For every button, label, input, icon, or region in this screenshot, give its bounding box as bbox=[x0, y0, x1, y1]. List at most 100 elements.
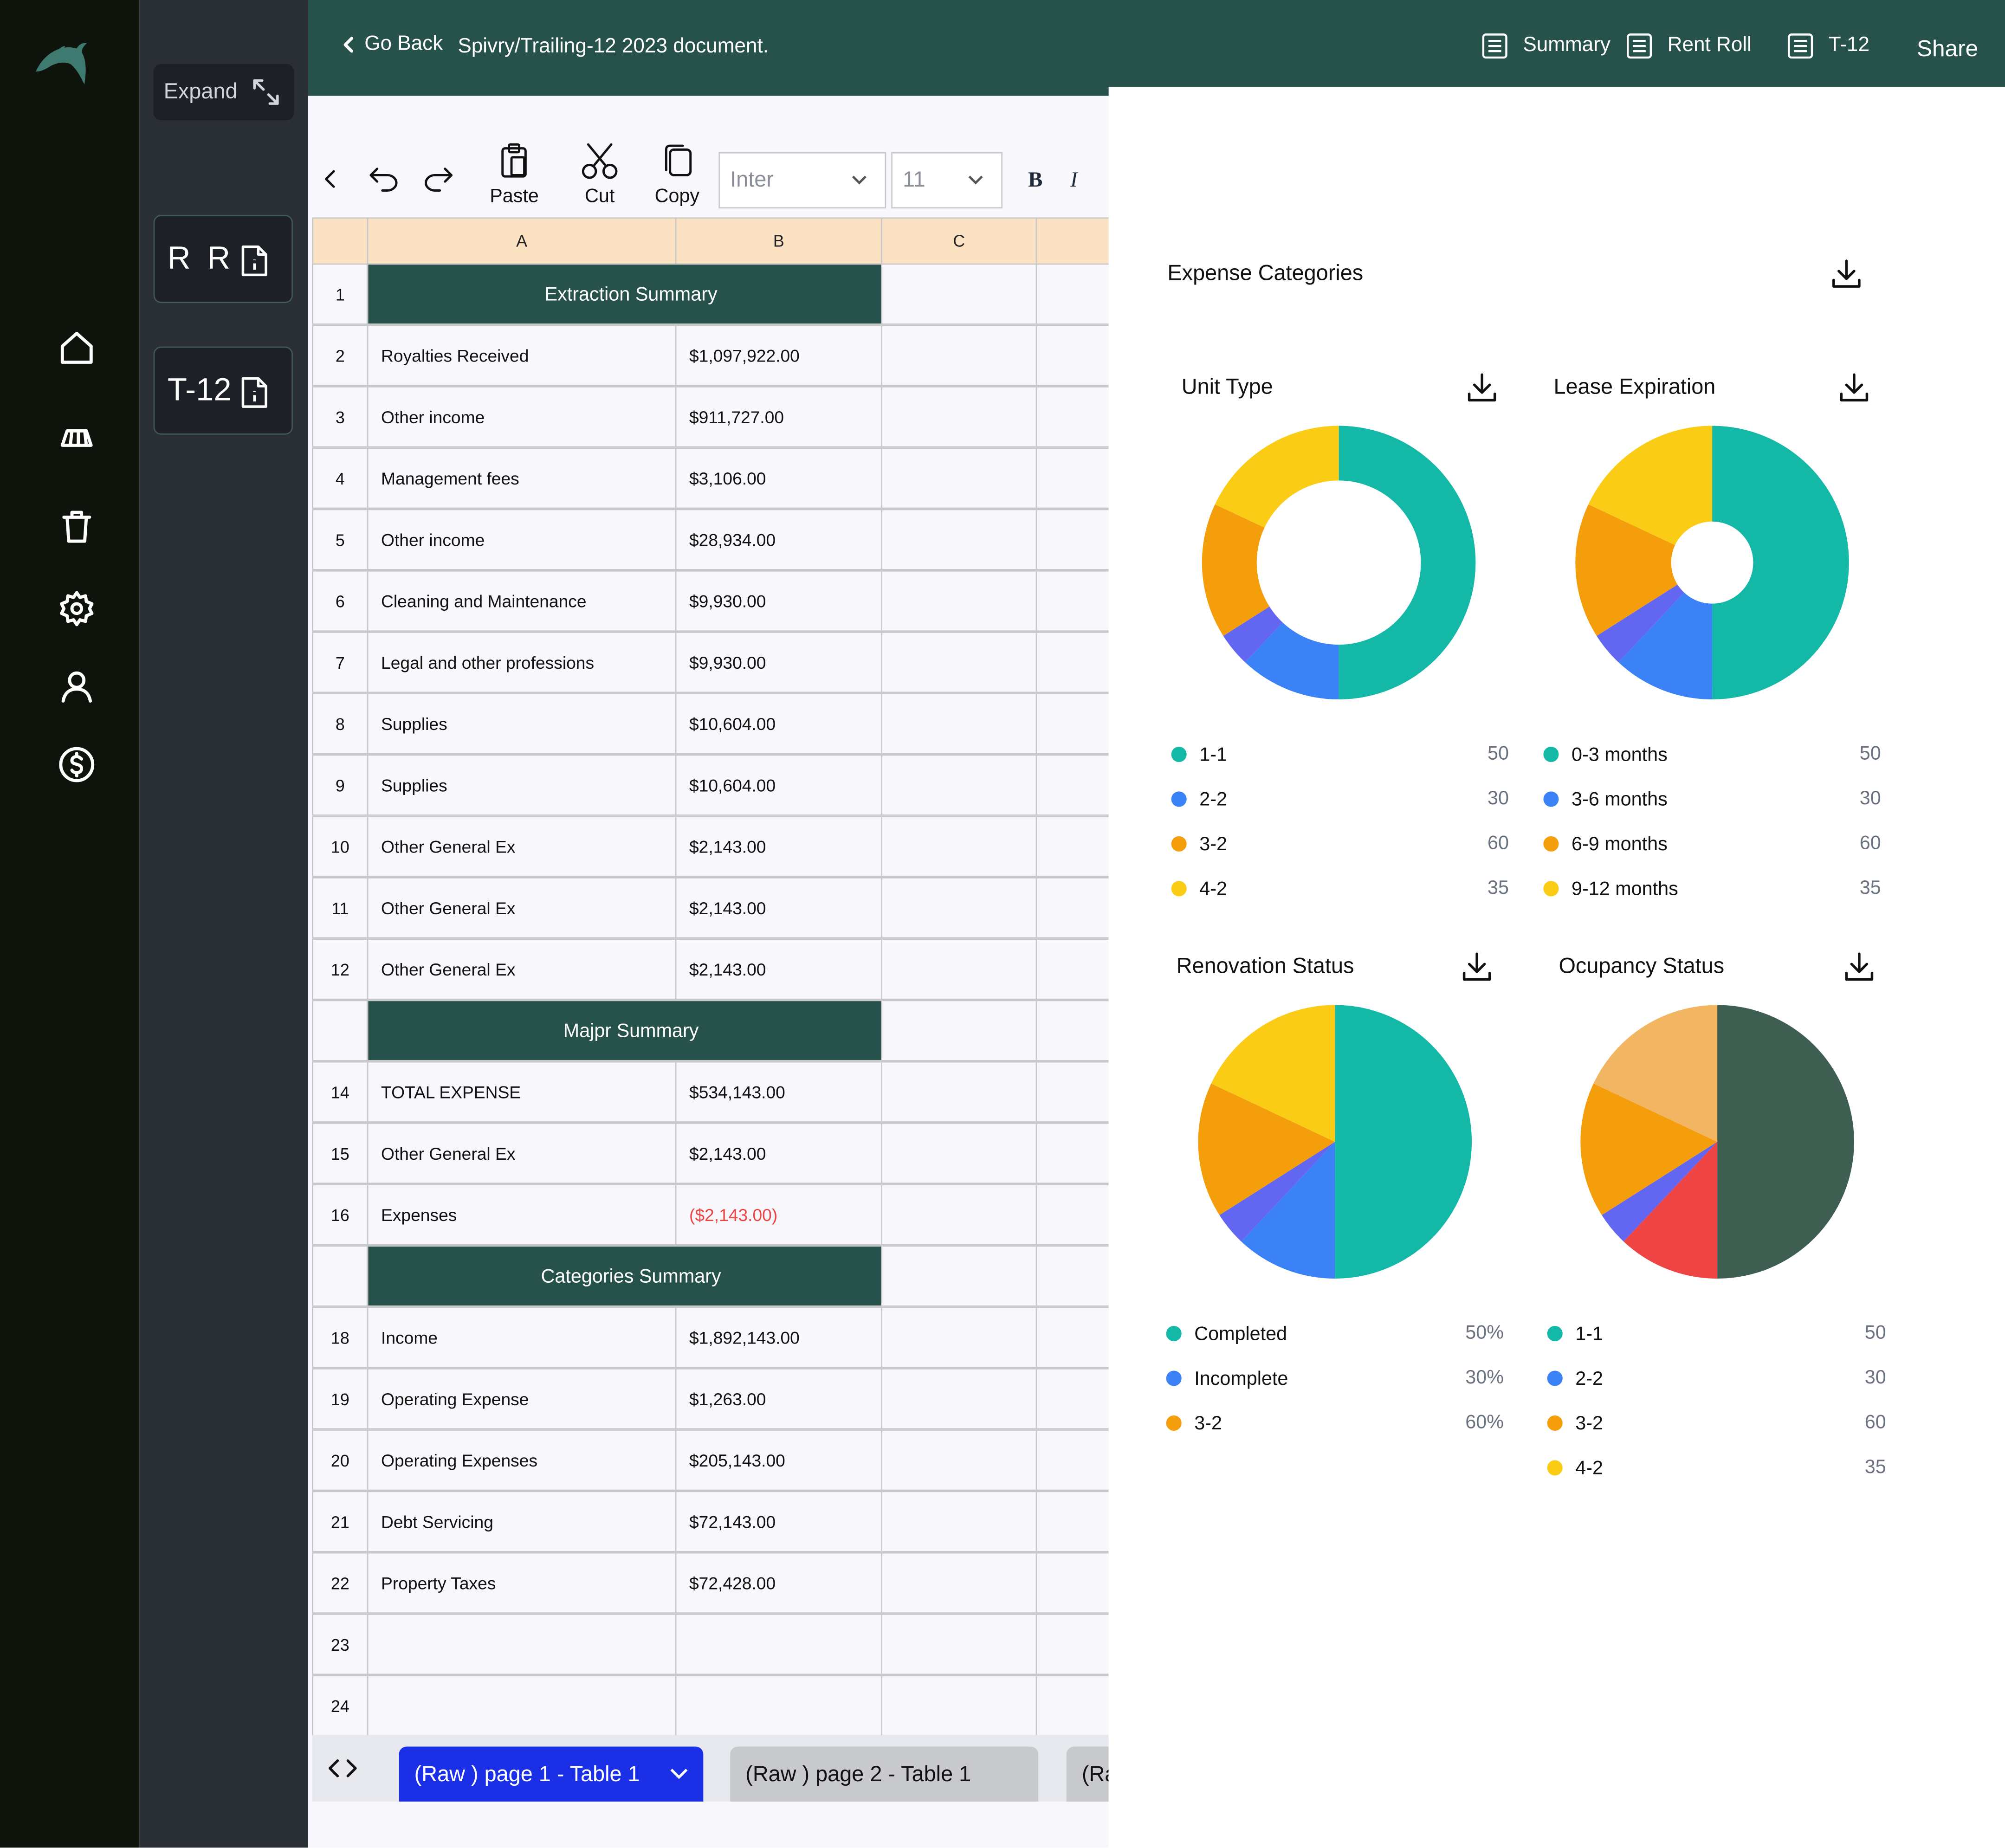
cell-label[interactable]: Supplies bbox=[367, 754, 677, 816]
cell-amount[interactable]: $2,143.00 bbox=[675, 877, 883, 939]
cell-label[interactable]: Operating Expenses bbox=[367, 1429, 677, 1491]
cell-empty[interactable] bbox=[881, 1368, 1037, 1430]
cell-empty[interactable] bbox=[881, 632, 1037, 693]
column-header-b[interactable]: B bbox=[675, 217, 883, 265]
cell-label[interactable]: Legal and other professions bbox=[367, 632, 677, 693]
legend-item[interactable]: 4-2 bbox=[1171, 876, 1227, 901]
sheet-tab-page-1[interactable]: (Raw ) page 1 - Table 1 bbox=[399, 1746, 704, 1802]
cell-label[interactable]: Other General Ex bbox=[367, 1122, 677, 1184]
row-number[interactable]: 8 bbox=[312, 693, 369, 755]
cell-empty[interactable] bbox=[881, 509, 1037, 570]
cell-label[interactable]: TOTAL EXPENSE bbox=[367, 1061, 677, 1123]
cell-label[interactable]: Debt Servicing bbox=[367, 1491, 677, 1552]
gear-icon[interactable] bbox=[51, 583, 102, 634]
cell-empty[interactable] bbox=[1035, 1184, 1109, 1246]
cell-empty[interactable] bbox=[881, 1552, 1037, 1614]
cell-empty[interactable] bbox=[1035, 1429, 1109, 1491]
row-number[interactable]: 19 bbox=[312, 1368, 369, 1430]
legend-item[interactable]: 9-12 months bbox=[1543, 876, 1678, 901]
font-family-select[interactable]: Inter bbox=[718, 152, 886, 209]
download-icon[interactable] bbox=[1837, 371, 1871, 404]
cell-empty[interactable] bbox=[1035, 1122, 1109, 1184]
font-size-select[interactable]: 11 bbox=[891, 152, 1002, 209]
row-number[interactable] bbox=[312, 1000, 369, 1061]
legend-item[interactable]: 6-9 months bbox=[1543, 831, 1668, 857]
trash-icon[interactable] bbox=[51, 501, 102, 552]
legend-item[interactable]: 2-2 bbox=[1547, 1365, 1603, 1391]
cell-amount[interactable]: $1,263.00 bbox=[675, 1368, 883, 1430]
cell-empty[interactable] bbox=[1035, 938, 1109, 1000]
cell-empty[interactable] bbox=[1035, 815, 1109, 877]
row-number[interactable]: 12 bbox=[312, 938, 369, 1000]
italic-button[interactable]: I bbox=[1070, 168, 1078, 193]
cell-empty[interactable] bbox=[881, 1122, 1037, 1184]
cell-amount[interactable]: $1,097,922.00 bbox=[675, 324, 883, 387]
row-number[interactable] bbox=[312, 1245, 369, 1307]
cell-empty[interactable] bbox=[881, 1184, 1037, 1246]
cell-empty[interactable] bbox=[1035, 324, 1109, 387]
row-number[interactable]: 18 bbox=[312, 1306, 369, 1368]
column-header-a[interactable]: A bbox=[367, 217, 677, 265]
download-icon[interactable] bbox=[1465, 371, 1499, 404]
cell-label[interactable]: Royalties Received bbox=[367, 324, 677, 387]
cell-amount[interactable]: $2,143.00 bbox=[675, 1122, 883, 1184]
row-number[interactable]: 3 bbox=[312, 386, 369, 448]
row-number[interactable]: 20 bbox=[312, 1429, 369, 1491]
legend-item[interactable]: 2-2 bbox=[1171, 786, 1227, 812]
cell-label[interactable]: Other General Ex bbox=[367, 938, 677, 1000]
cell-empty[interactable] bbox=[1035, 1000, 1109, 1061]
cell-empty[interactable] bbox=[1035, 1552, 1109, 1614]
download-icon[interactable] bbox=[1460, 950, 1494, 983]
cell-amount[interactable]: $10,604.00 bbox=[675, 693, 883, 755]
cell-empty[interactable] bbox=[1035, 509, 1109, 570]
legend-item[interactable]: 4-2 bbox=[1547, 1455, 1603, 1480]
cell-amount[interactable]: ($2,143.00) bbox=[675, 1184, 883, 1246]
expand-button[interactable]: Expand bbox=[153, 64, 294, 120]
paste-button[interactable]: Paste bbox=[490, 142, 539, 207]
legend-item[interactable]: 1-1 bbox=[1547, 1321, 1603, 1346]
cell-label[interactable]: Operating Expense bbox=[367, 1368, 677, 1430]
row-number[interactable]: 10 bbox=[312, 815, 369, 877]
cell-amount[interactable]: $1,892,143.00 bbox=[675, 1306, 883, 1368]
column-header-c[interactable]: C bbox=[881, 217, 1037, 265]
row-number[interactable]: 22 bbox=[312, 1552, 369, 1614]
row-number[interactable]: 9 bbox=[312, 754, 369, 816]
cell-empty[interactable] bbox=[881, 1675, 1037, 1737]
cell-empty[interactable] bbox=[1035, 1368, 1109, 1430]
legend-item[interactable]: 1-1 bbox=[1171, 742, 1227, 767]
cell-empty[interactable] bbox=[1035, 1061, 1109, 1123]
row-number[interactable]: 15 bbox=[312, 1122, 369, 1184]
cell-label[interactable]: Cleaning and Maintenance bbox=[367, 570, 677, 632]
row-number[interactable]: 23 bbox=[312, 1613, 369, 1675]
cell-amount[interactable]: $72,428.00 bbox=[675, 1552, 883, 1614]
cell-empty[interactable] bbox=[881, 1429, 1037, 1491]
cell-empty[interactable] bbox=[1035, 1306, 1109, 1368]
cell-amount[interactable] bbox=[675, 1613, 883, 1675]
cell-empty[interactable] bbox=[881, 447, 1037, 509]
cell-label[interactable]: Supplies bbox=[367, 693, 677, 755]
cell-amount[interactable]: $10,604.00 bbox=[675, 754, 883, 816]
cell-empty[interactable] bbox=[1035, 632, 1109, 693]
legend-item[interactable]: 3-2 bbox=[1171, 831, 1227, 857]
cell-empty[interactable] bbox=[881, 1061, 1037, 1123]
cell-empty[interactable] bbox=[1035, 754, 1109, 816]
go-back-button[interactable]: Go Back bbox=[342, 33, 443, 57]
cell-empty[interactable] bbox=[881, 754, 1037, 816]
cell-empty[interactable] bbox=[881, 815, 1037, 877]
cell-empty[interactable] bbox=[881, 263, 1037, 325]
pie-slice[interactable] bbox=[1335, 1005, 1472, 1279]
document-card-t12[interactable]: T-12 bbox=[153, 346, 293, 435]
cell-empty[interactable] bbox=[881, 570, 1037, 632]
cell-empty[interactable] bbox=[1035, 1491, 1109, 1552]
row-number[interactable]: 7 bbox=[312, 632, 369, 693]
cell-empty[interactable] bbox=[881, 1306, 1037, 1368]
sheet-tab-page-2[interactable]: (Raw ) page 2 - Table 1 bbox=[730, 1746, 1039, 1802]
share-button[interactable]: Share bbox=[1917, 36, 1978, 63]
copy-button[interactable]: Copy bbox=[655, 142, 699, 207]
cell-label[interactable]: Management fees bbox=[367, 447, 677, 509]
cell-empty[interactable] bbox=[1035, 386, 1109, 448]
row-number[interactable]: 5 bbox=[312, 509, 369, 570]
cell-label[interactable]: Other General Ex bbox=[367, 877, 677, 939]
cell-label[interactable]: Expenses bbox=[367, 1184, 677, 1246]
cell-label[interactable] bbox=[367, 1613, 677, 1675]
